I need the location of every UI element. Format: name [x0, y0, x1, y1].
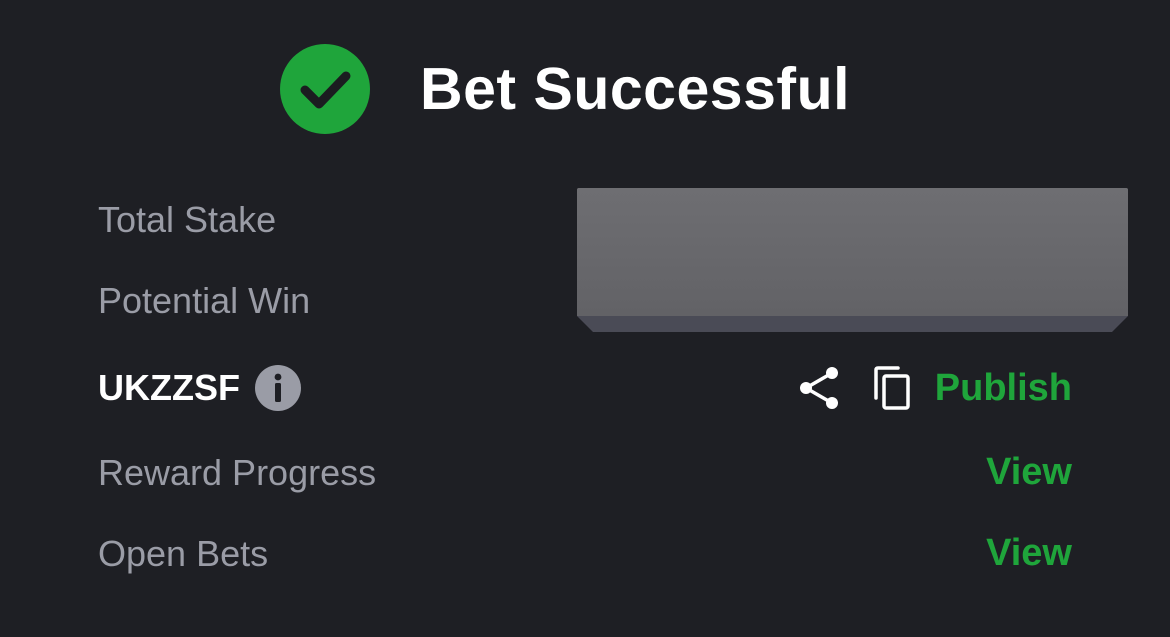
open-bets-label: Open Bets	[98, 533, 269, 574]
booking-actions: Publish	[797, 364, 1072, 412]
share-icon[interactable]	[797, 364, 871, 412]
reward-progress-view-link[interactable]: View	[986, 448, 1072, 496]
success-header: Bet Successful	[0, 44, 1170, 136]
potential-win-label: Potential Win	[98, 280, 311, 321]
copy-icon[interactable]	[871, 364, 935, 412]
open-bets-view-link[interactable]: View	[986, 529, 1072, 577]
booking-code-row: UKZZSF	[98, 364, 302, 412]
redacted-values-block	[577, 188, 1128, 332]
booking-code[interactable]: UKZZSF	[98, 366, 240, 410]
info-icon[interactable]	[240, 364, 302, 412]
publish-button[interactable]: Publish	[935, 364, 1072, 412]
reward-progress-label: Reward Progress	[98, 452, 377, 493]
check-circle-icon	[280, 44, 370, 134]
total-stake-label: Total Stake	[98, 199, 277, 240]
page-title: Bet Successful	[420, 56, 850, 122]
